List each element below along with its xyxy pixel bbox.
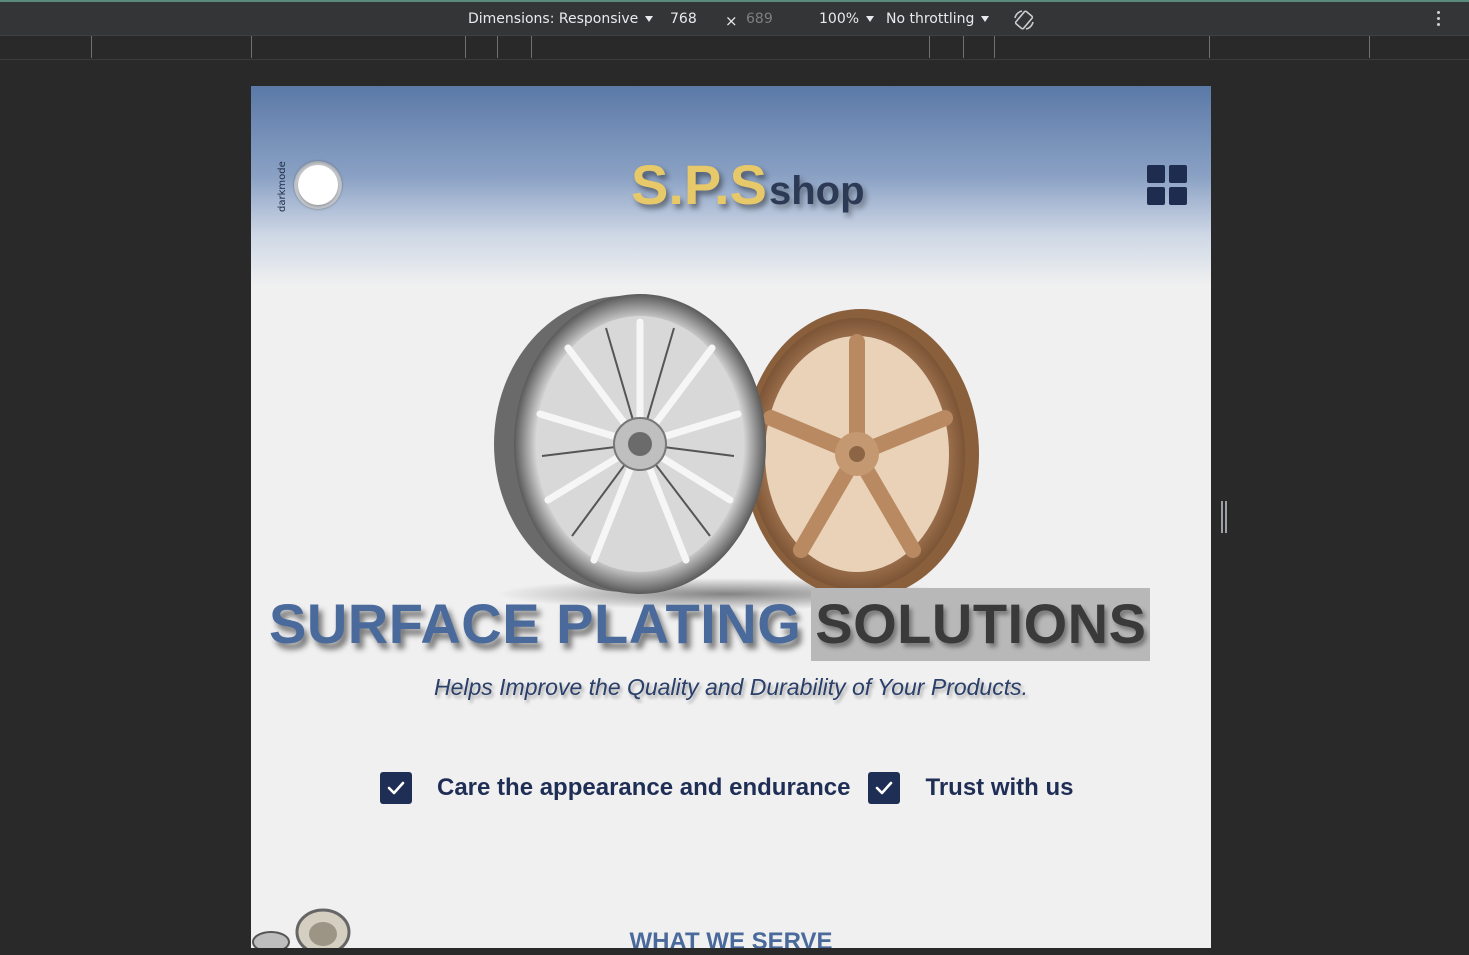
hero-headline: SURFACE PLATING SOLUTIONS bbox=[269, 588, 1151, 661]
ruler-tick[interactable] bbox=[465, 36, 466, 58]
throttling-label: No throttling bbox=[886, 11, 975, 27]
ruler-tick[interactable] bbox=[963, 36, 964, 58]
chevron-down-icon bbox=[866, 16, 875, 22]
ruler-tick[interactable] bbox=[929, 36, 930, 58]
kebab-menu-icon[interactable] bbox=[1437, 11, 1441, 26]
device-viewport: darkmode S.P.Sshop SURFACE PLATING SOLUT… bbox=[251, 86, 1211, 948]
ruler-tick[interactable] bbox=[251, 36, 252, 58]
headline-part-2: SOLUTIONS bbox=[811, 588, 1151, 661]
zoom-label: 100% bbox=[819, 11, 860, 27]
feature-item-label: Trust with us bbox=[925, 774, 1074, 801]
headline-part-1: SURFACE PLATING bbox=[269, 592, 802, 655]
zoom-dropdown[interactable]: 100% bbox=[819, 11, 875, 27]
chevron-down-icon bbox=[645, 16, 654, 22]
feature-list: Care the appearance and endurance Trust … bbox=[380, 772, 1092, 804]
logo-brand: S.P.S bbox=[631, 153, 767, 216]
ruler-tick[interactable] bbox=[994, 36, 995, 58]
toggle-knob bbox=[298, 165, 338, 205]
darkmode-label: darkmode bbox=[277, 161, 288, 212]
ruler-tick[interactable] bbox=[497, 36, 498, 58]
ruler-tick[interactable] bbox=[1369, 36, 1370, 58]
checkbox-check-icon bbox=[380, 772, 412, 804]
feature-item-label: Care the appearance and endurance bbox=[437, 774, 851, 801]
width-input[interactable]: 768 bbox=[670, 11, 697, 27]
viewport-resize-handle[interactable] bbox=[1221, 501, 1227, 533]
dimensions-label: Dimensions: Responsive bbox=[468, 11, 639, 27]
ruler-tick[interactable] bbox=[1209, 36, 1210, 58]
media-query-bar bbox=[0, 36, 1469, 60]
hero-tagline: Helps Improve the Quality and Durability… bbox=[433, 674, 1029, 700]
section-title-what-we-serve: WHAT WE SERVE bbox=[629, 928, 833, 948]
throttling-dropdown[interactable]: No throttling bbox=[886, 11, 990, 27]
logo-suffix: shop bbox=[768, 169, 865, 213]
rotate-icon[interactable] bbox=[1012, 8, 1036, 32]
dimensions-dropdown[interactable]: Dimensions: Responsive bbox=[468, 11, 654, 27]
wheels-image bbox=[494, 294, 979, 610]
site-logo[interactable]: S.P.Sshop bbox=[631, 152, 865, 217]
darkmode-toggle[interactable] bbox=[294, 161, 342, 209]
devtools-device-toolbar: Dimensions: Responsive 768 × 689 100% No… bbox=[0, 0, 1469, 36]
grid-menu-icon[interactable] bbox=[1147, 165, 1187, 205]
ruler-tick[interactable] bbox=[531, 36, 532, 58]
checkbox-check-icon bbox=[868, 772, 901, 804]
ruler-tick[interactable] bbox=[91, 36, 92, 58]
times-separator: × bbox=[725, 12, 738, 30]
height-input[interactable]: 689 bbox=[746, 11, 773, 27]
chevron-down-icon bbox=[981, 16, 990, 22]
